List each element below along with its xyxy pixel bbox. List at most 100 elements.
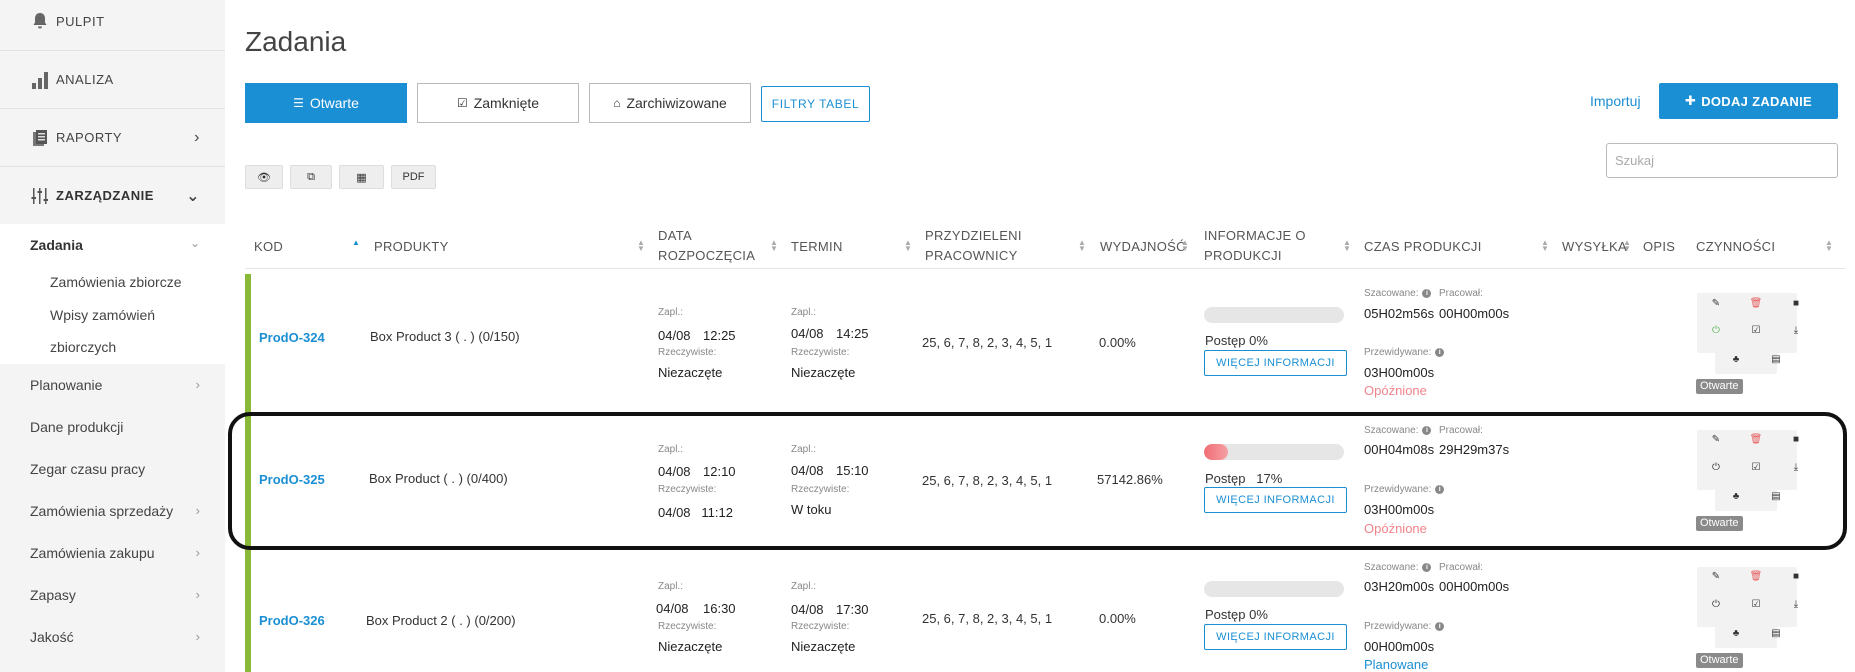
col-pracownicy[interactable]: PRZYDZIELENI PRACOWNICY [925, 226, 1022, 266]
table-export-button[interactable]: ▦ [339, 165, 384, 189]
check-square-icon[interactable]: ☑ [1749, 325, 1763, 336]
check-square-icon[interactable]: ☑ [1749, 599, 1763, 610]
eye-icon: 👁 [257, 171, 271, 184]
add-task-button[interactable]: ✚ DODAJ ZADANIE [1659, 83, 1838, 119]
col-kod[interactable]: KOD [254, 237, 283, 257]
info-icon: i [1422, 562, 1432, 572]
planned-label: Zapl.: [791, 444, 817, 455]
sitemap-icon[interactable]: ♣ [1729, 628, 1743, 639]
nav-analiza-label: ANALIZA [56, 72, 114, 87]
col-data-rozpoczecia[interactable]: DATA ROZPOCZĘCIA [658, 226, 755, 266]
sort-icon[interactable]: ▲ ▼ [1825, 239, 1833, 253]
power-icon[interactable]: ⏻ [1709, 325, 1723, 336]
document-icon[interactable]: ■ [1789, 298, 1803, 309]
sidebar-item-zam-sprzedazy[interactable]: Zamówienia sprzedaży › [30, 503, 200, 519]
document-icon[interactable]: ■ [1789, 571, 1803, 582]
edit-icon[interactable]: ✎ [1709, 298, 1723, 309]
start-planned-time: 16:30 [703, 601, 736, 616]
sort-icon[interactable]: ▲ ▼ [1078, 239, 1086, 253]
more-info-button[interactable]: WIĘCEJ INFORMACJI [1204, 624, 1347, 650]
power-icon[interactable]: ⏻ [1709, 462, 1723, 473]
predicted-text: Przewidywane: [1364, 621, 1432, 632]
trash-icon[interactable]: 🗑 [1749, 298, 1763, 309]
task-code-link[interactable]: ProdO-326 [259, 613, 325, 628]
col-czas-produkcji[interactable]: CZAS PRODUKCJI [1364, 237, 1482, 257]
sort-icon[interactable]: ▲ ▼ [1343, 239, 1351, 253]
nav-raporty[interactable]: RAPORTY › [0, 108, 225, 166]
search-input[interactable] [1606, 143, 1838, 178]
tab-label: Zamknięte [473, 95, 540, 111]
start-actual: Niezaczęte [658, 365, 723, 380]
power-icon[interactable]: ⏻ [1709, 599, 1723, 610]
document-icon[interactable]: ■ [1789, 434, 1803, 445]
sitemap-icon[interactable]: ♣ [1729, 354, 1743, 365]
sitemap-icon[interactable]: ♣ [1729, 491, 1743, 502]
more-info-button[interactable]: WIĘCEJ INFORMACJI [1204, 350, 1347, 376]
sidebar-item-planowanie[interactable]: Planowanie › [30, 377, 200, 393]
import-link[interactable]: Importuj [1590, 93, 1641, 109]
status-badge: Otwarte [1696, 379, 1743, 394]
download-icon[interactable]: ⤓ [1789, 325, 1803, 336]
task-code-link[interactable]: ProdO-325 [259, 472, 325, 487]
nav-analiza[interactable]: ANALIZA [0, 50, 225, 108]
col-informacje[interactable]: INFORMACJE O PRODUKCJI [1204, 226, 1306, 266]
tab-otwarte[interactable]: ☰ Otwarte [245, 83, 407, 123]
tab-label: Otwarte [309, 95, 359, 111]
sidebar-item-zegar[interactable]: Zegar czasu pracy [30, 461, 200, 477]
sort-icon[interactable]: ▲ ▼ [637, 239, 645, 253]
col-wysylka[interactable]: WYSYŁKA [1562, 237, 1627, 257]
download-icon[interactable]: ⤓ [1789, 462, 1803, 473]
worked-label: Pracował: [1439, 288, 1483, 299]
col-produkty[interactable]: PRODUKTY [374, 237, 449, 257]
sidebar-sub-zamowienia-zbiorcze[interactable]: Zamówienia zbiorcze [50, 274, 182, 290]
copy-button[interactable]: ⧉ [290, 165, 332, 189]
predicted-time: 00H00m00s [1364, 639, 1435, 654]
trash-icon[interactable]: 🗑 [1749, 434, 1763, 445]
sidebar-sub-wpisy-cont[interactable]: zbiorczych [50, 339, 116, 355]
visibility-button[interactable]: 👁 [245, 165, 283, 189]
download-icon[interactable]: ⤓ [1789, 599, 1803, 610]
table-filters-button[interactable]: FILTRY TABEL [761, 86, 870, 122]
trash-icon[interactable]: 🗑 [1749, 571, 1763, 582]
actual-label: Rzeczywiste: [791, 621, 850, 632]
edit-icon[interactable]: ✎ [1709, 571, 1723, 582]
list-icon[interactable]: ▤ [1769, 628, 1783, 639]
more-info-button[interactable]: WIĘCEJ INFORMACJI [1204, 487, 1347, 513]
col-termin[interactable]: TERMIN [791, 237, 843, 257]
sidebar: PULPIT ANALIZA RAPORTY › ZARZĄDZANIE ⌄ Z… [0, 0, 225, 672]
nav-zarzadzanie[interactable]: ZARZĄDZANIE ⌄ [0, 166, 225, 224]
predicted-text: Przewidywane: [1364, 347, 1432, 358]
nav-pulpit[interactable]: PULPIT [0, 0, 225, 50]
sidebar-item-zadania[interactable]: Zadania [30, 237, 83, 253]
predicted-time: 03H00m00s [1364, 502, 1435, 517]
col-wydajnosc[interactable]: WYDAJNOŚĆ [1100, 237, 1186, 257]
check-square-icon[interactable]: ☑ [1749, 462, 1763, 473]
tab-zamkniete[interactable]: ☑ Zamknięte [417, 83, 579, 123]
sidebar-sub-wpisy[interactable]: Wpisy zamówień [50, 307, 155, 323]
tab-zarchiwizowane[interactable]: ⌂ Zarchiwizowane [589, 83, 751, 123]
list-icon[interactable]: ▤ [1769, 491, 1783, 502]
progress-text: Postęp 17% [1205, 471, 1283, 486]
sort-icon[interactable]: ▲ ▼ [1181, 239, 1189, 253]
chevron-down-small-icon: ⌄ [190, 236, 201, 250]
sidebar-item-zam-zakupu[interactable]: Zamówienia zakupu › [30, 545, 200, 561]
col-czynnosci[interactable]: CZYNNOŚCI [1696, 237, 1775, 257]
col-opis[interactable]: OPIS [1643, 237, 1675, 257]
sort-icon[interactable]: ▲ ▼ [1623, 239, 1631, 253]
task-code-link[interactable]: ProdO-324 [259, 330, 325, 345]
sidebar-item-dane-produkcji[interactable]: Dane produkcji [30, 419, 200, 435]
row-status-bar [245, 274, 251, 410]
pdf-button[interactable]: PDF [391, 165, 436, 189]
chevron-right-icon: › [195, 503, 200, 518]
estimated-text: Szacowane: [1364, 425, 1419, 436]
due-planned-date: 04/08 [791, 463, 824, 478]
sidebar-item-jakosc[interactable]: Jakość › [30, 629, 200, 645]
sidebar-item-zapasy[interactable]: Zapasy › [30, 587, 200, 603]
sort-icon[interactable]: ▲ ▼ [1541, 239, 1549, 253]
edit-icon[interactable]: ✎ [1709, 434, 1723, 445]
sort-asc-icon[interactable]: ▲ [352, 239, 360, 247]
sort-icon[interactable]: ▲ ▼ [770, 239, 778, 253]
chevron-down-icon: ⌄ [186, 187, 200, 205]
sort-icon[interactable]: ▲ ▼ [904, 239, 912, 253]
list-icon[interactable]: ▤ [1769, 354, 1783, 365]
